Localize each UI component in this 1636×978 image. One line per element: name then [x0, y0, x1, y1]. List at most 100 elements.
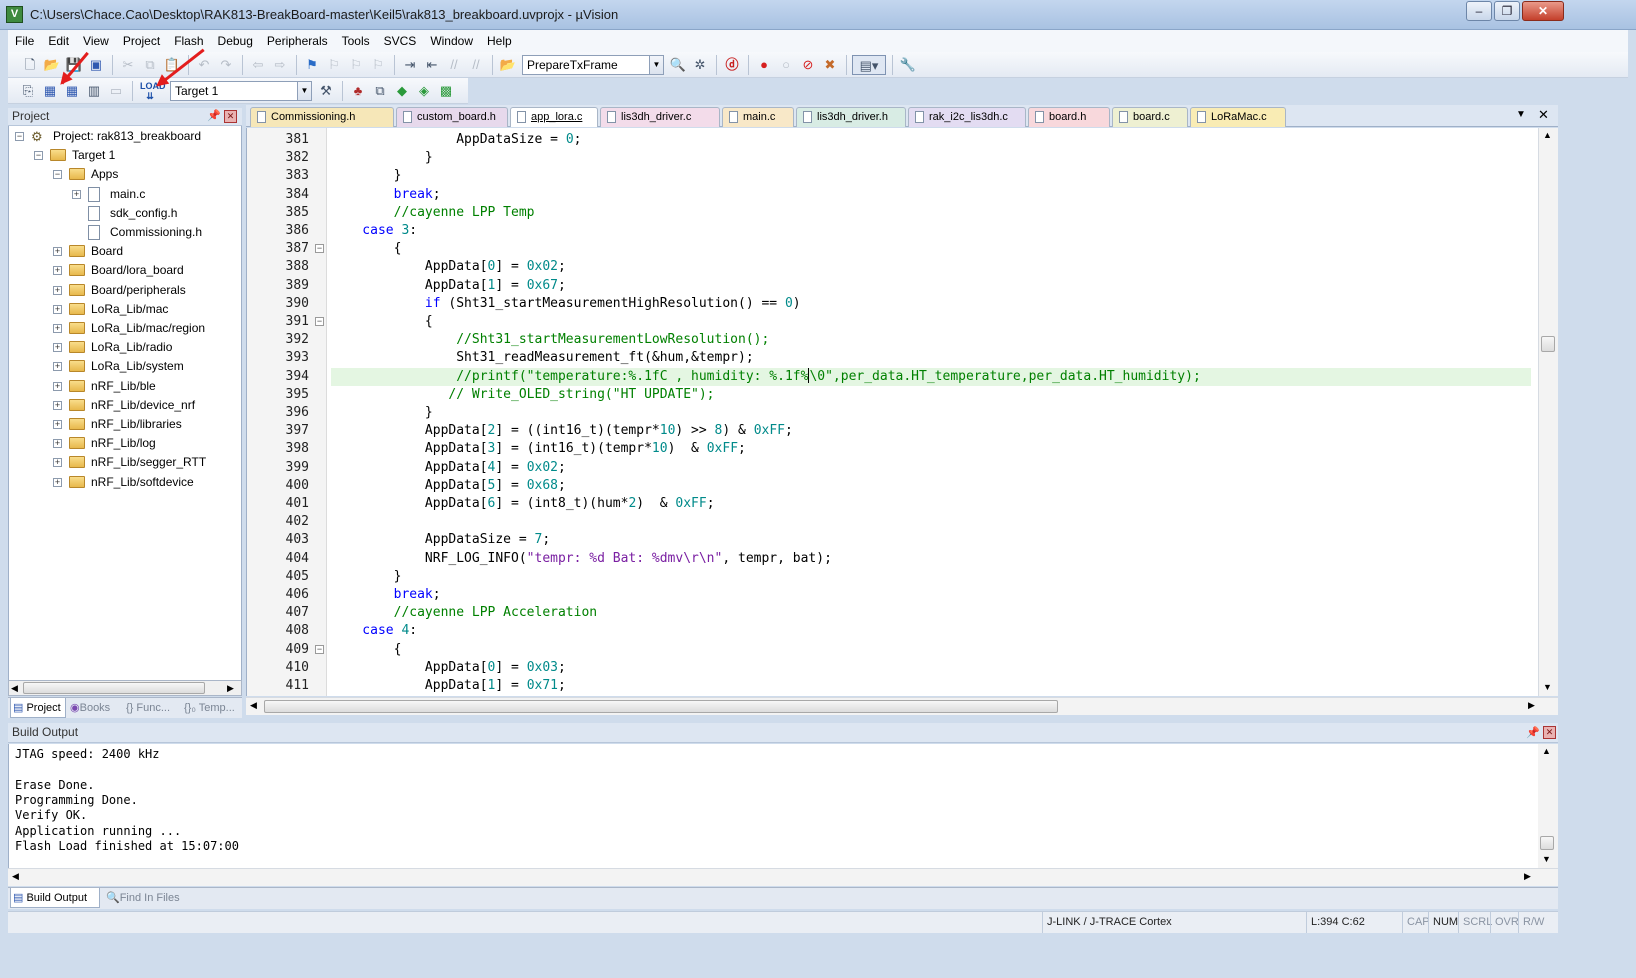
chevron-down-icon[interactable]: ▼ — [649, 56, 663, 74]
stop-build-icon[interactable]: ▭ — [106, 81, 126, 101]
fold-toggle-icon[interactable]: − — [315, 317, 324, 326]
menu-tools[interactable]: Tools — [335, 30, 377, 52]
scroll-left-icon[interactable]: ◀ — [11, 683, 18, 694]
tree-item[interactable]: − Target 1 — [9, 146, 241, 165]
translate-icon[interactable]: ⎘ — [18, 81, 38, 101]
expand-icon[interactable]: + — [72, 189, 81, 199]
menu-edit[interactable]: Edit — [41, 30, 76, 52]
tab-templates[interactable]: {}₀ Temp... — [182, 698, 240, 718]
fold-toggle-icon[interactable]: − — [315, 644, 324, 654]
editor-tab[interactable]: app_lora.c — [510, 107, 598, 127]
select-software-packs-icon[interactable]: ◈ — [414, 81, 434, 101]
code-line[interactable]: } — [331, 149, 1531, 167]
scroll-up-icon[interactable]: ▲ — [1543, 130, 1552, 140]
enable-breakpoint-icon[interactable]: ○ — [776, 55, 796, 75]
code-line[interactable]: AppData[6] = (int8_t)(hum*2) & 0xFF; — [331, 495, 1531, 513]
build-output-vertical-scrollbar[interactable]: ▲ ▼ — [1538, 744, 1558, 868]
function-combo[interactable]: PrepareTxFrame ▼ — [522, 55, 664, 75]
editor-tab[interactable]: rak_i2c_lis3dh.c — [908, 107, 1026, 127]
editor-tab[interactable]: LoRaMac.c — [1190, 107, 1286, 127]
code-line[interactable]: //Sht31_startMeasurementLowResolution(); — [331, 331, 1531, 349]
menu-debug[interactable]: Debug — [211, 30, 260, 52]
comment-icon[interactable]: // — [444, 55, 464, 75]
code-line[interactable]: AppData[5] = 0x68; — [331, 477, 1531, 495]
insert-breakpoint-icon[interactable]: ● — [754, 55, 774, 75]
start-debug-icon[interactable]: ⓓ — [722, 55, 742, 75]
scroll-left-icon[interactable]: ◀ — [12, 871, 19, 882]
scroll-left-icon[interactable]: ◀ — [250, 700, 257, 711]
editor-tab[interactable]: Commissioning.h — [250, 107, 394, 127]
expand-icon[interactable]: + — [53, 324, 62, 333]
code-line[interactable]: break; — [331, 586, 1531, 604]
tree-item[interactable]: Commissioning.h — [9, 223, 241, 242]
tree-item[interactable]: + LoRa_Lib/system — [9, 357, 241, 376]
expand-icon[interactable]: + — [53, 458, 62, 468]
tree-item[interactable]: + LoRa_Lib/radio — [9, 338, 241, 357]
tree-item[interactable]: + Board/lora_board — [9, 261, 241, 280]
code-line[interactable]: { — [331, 240, 1531, 258]
menu-help[interactable]: Help — [480, 30, 519, 52]
code-line[interactable]: AppData[0] = 0x03; — [331, 659, 1531, 677]
tree-item[interactable]: + nRF_Lib/ble — [9, 377, 241, 396]
code-line[interactable]: Sht31_readMeasurement_ft(&hum,&tempr); — [331, 349, 1531, 367]
collapse-icon[interactable]: − — [34, 151, 43, 161]
code-line[interactable]: AppDataSize = 7; — [331, 531, 1531, 549]
maximize-button[interactable]: ❐ — [1494, 1, 1520, 21]
find-in-files-icon[interactable]: 📂 — [498, 55, 518, 75]
expand-icon[interactable]: + — [53, 362, 62, 372]
tab-books[interactable]: ◉Books — [68, 698, 122, 718]
code-line[interactable] — [331, 513, 1531, 531]
manage-run-time-environment-icon[interactable]: ◆ — [392, 81, 412, 101]
editor-horizontal-scrollbar[interactable]: ◀ ▶ — [246, 697, 1558, 715]
manage-multi-project-icon[interactable]: ⧉ — [370, 81, 390, 101]
uncomment-icon[interactable]: // — [466, 55, 486, 75]
code-line[interactable]: if (Sht31_startMeasurementHighResolution… — [331, 295, 1531, 313]
menu-project[interactable]: Project — [116, 30, 167, 52]
expand-icon[interactable]: + — [53, 381, 62, 391]
cut-icon[interactable]: ✂ — [118, 55, 138, 75]
find-icon[interactable]: 🔍 — [668, 55, 688, 75]
code-line[interactable]: AppData[0] = 0x02; — [331, 258, 1531, 276]
code-line[interactable]: AppDataSize = 0; — [331, 131, 1531, 149]
scroll-up-icon[interactable]: ▲ — [1542, 746, 1551, 756]
editor-tab[interactable]: main.c — [722, 107, 794, 127]
build-output-horizontal-scrollbar[interactable]: ◀ ▶ — [8, 868, 1558, 886]
previous-bookmark-icon[interactable]: ⚐ — [324, 55, 344, 75]
editor-tab[interactable]: custom_board.h — [396, 107, 508, 127]
editor-tab[interactable]: board.c — [1112, 107, 1188, 127]
navigate-forward-icon[interactable]: ⇨ — [270, 55, 290, 75]
pin-icon[interactable]: 📌 — [1526, 724, 1540, 743]
code-line[interactable]: break; — [331, 186, 1531, 204]
redo-icon[interactable]: ↷ — [216, 55, 236, 75]
indent-icon[interactable]: ⇥ — [400, 55, 420, 75]
close-panel-icon[interactable]: ✕ — [224, 110, 237, 123]
expand-icon[interactable]: + — [53, 477, 62, 487]
undo-icon[interactable]: ↶ — [194, 55, 214, 75]
tree-item[interactable]: + nRF_Lib/segger_RTT — [9, 453, 241, 472]
copy-icon[interactable]: ⧉ — [140, 55, 160, 75]
expand-icon[interactable]: + — [53, 247, 62, 257]
close-panel-icon[interactable]: ✕ — [1543, 726, 1556, 739]
code-line[interactable]: } — [331, 167, 1531, 185]
configure-icon[interactable]: 🔧 — [898, 55, 918, 75]
menu-flash[interactable]: Flash — [167, 30, 210, 52]
tree-item[interactable]: − Apps — [9, 165, 241, 184]
scroll-thumb[interactable] — [23, 682, 205, 694]
expand-icon[interactable]: + — [53, 266, 62, 276]
chevron-down-icon[interactable]: ▼ — [297, 82, 311, 100]
project-horizontal-scrollbar[interactable]: ◀ ▶ — [8, 680, 242, 696]
code-line[interactable]: AppData[1] = 0x67; — [331, 277, 1531, 295]
pack-installer-icon[interactable]: ▩ — [436, 81, 456, 101]
tree-item[interactable]: + nRF_Lib/log — [9, 434, 241, 453]
expand-icon[interactable]: + — [53, 343, 62, 353]
expand-icon[interactable]: + — [53, 420, 62, 429]
target-combo[interactable]: Target 1 ▼ — [170, 81, 312, 101]
expand-icon[interactable]: + — [53, 439, 62, 449]
tree-item[interactable]: sdk_config.h — [9, 204, 241, 223]
save-all-icon[interactable]: ▣ — [86, 55, 106, 75]
collapse-icon[interactable]: − — [15, 132, 24, 141]
code-line[interactable]: AppData[2] = ((int16_t)(tempr*10) >> 8) … — [331, 422, 1531, 440]
menu-file[interactable]: File — [8, 30, 41, 52]
close-button[interactable]: ✕ — [1522, 1, 1564, 21]
code-line[interactable]: //cayenne LPP Acceleration — [331, 604, 1531, 622]
